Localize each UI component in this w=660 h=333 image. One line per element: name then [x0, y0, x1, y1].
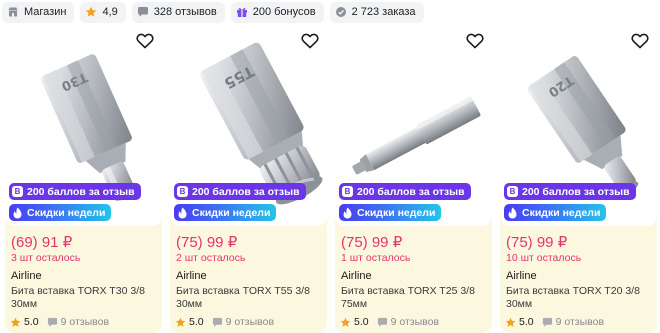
product-card[interactable]: T20 B 200 баллов за отзыв Скидки недели …	[500, 26, 657, 333]
stock-left: 1 шт осталось	[341, 252, 411, 264]
review-bonus-badge: B 200 баллов за отзыв	[174, 183, 306, 200]
shop-link[interactable]: Магазин	[2, 1, 75, 23]
product-price: (75) 99 ₽	[341, 234, 403, 251]
weekly-deals-label: Скидки недели	[192, 206, 271, 219]
chat-bubble-icon	[212, 317, 222, 327]
rating-value: 5.0	[189, 316, 204, 328]
weekly-deals-label: Скидки недели	[27, 206, 106, 219]
star-icon	[85, 6, 97, 18]
star-icon	[175, 317, 186, 327]
flame-icon	[13, 207, 22, 218]
product-rating[interactable]: 5.0 9 отзывов	[175, 316, 274, 328]
star-icon	[340, 317, 351, 327]
product-price: (75) 99 ₽	[176, 234, 238, 251]
favorite-button[interactable]	[134, 30, 156, 52]
store-info-bar: Магазин 4,9 328 отзывов 200 бонусов 2 72…	[0, 0, 424, 24]
bonus-coin-icon: B	[507, 186, 518, 197]
orders-icon	[335, 6, 347, 18]
favorite-button[interactable]	[629, 30, 651, 52]
shop-icon	[7, 6, 19, 18]
review-bonus-badge: B 200 баллов за отзыв	[504, 183, 636, 200]
product-rating[interactable]: 5.0 9 отзывов	[505, 316, 604, 328]
star-icon	[10, 317, 21, 327]
review-bonus-label: 200 баллов за отзыв	[192, 185, 300, 198]
shop-label: Магазин	[24, 6, 67, 18]
product-card[interactable]: T30 B 200 баллов за отзыв Скидки недели …	[5, 26, 162, 333]
heart-icon	[136, 33, 154, 49]
bonus-coin-icon: B	[342, 186, 353, 197]
rating-value: 5.0	[354, 316, 369, 328]
shop-rating-value: 4,9	[102, 6, 118, 18]
heart-icon	[466, 33, 484, 49]
product-card[interactable]: T55 B 200 баллов за отзыв Скидки недели …	[170, 26, 327, 333]
review-bonus-label: 200 баллов за отзыв	[27, 185, 135, 198]
review-bonus-label: 200 баллов за отзыв	[357, 185, 465, 198]
weekly-deals-badge: Скидки недели	[174, 204, 277, 221]
product-brand[interactable]: Airline	[11, 270, 42, 282]
reviews-count: 9 отзывов	[555, 316, 605, 328]
shop-orders-count: 2 723 заказа	[351, 6, 416, 18]
review-bonus-badge: B 200 баллов за отзыв	[339, 183, 471, 200]
product-price: (75) 99 ₽	[506, 234, 568, 251]
product-card[interactable]: B 200 баллов за отзыв Скидки недели (75)…	[335, 26, 492, 333]
reviews-count: 9 отзывов	[390, 316, 440, 328]
shop-rating[interactable]: 4,9	[80, 1, 126, 23]
star-icon	[505, 317, 516, 327]
product-rating[interactable]: 5.0 9 отзывов	[340, 316, 439, 328]
flame-icon	[178, 207, 187, 218]
bonus-coin-icon: B	[177, 186, 188, 197]
product-title[interactable]: Бита вставка TORX T25 3/8 75мм	[341, 285, 489, 311]
chat-bubble-icon	[377, 317, 387, 327]
reviews-count: 9 отзывов	[60, 316, 110, 328]
flame-icon	[343, 207, 352, 218]
weekly-deals-label: Скидки недели	[357, 206, 436, 219]
product-title[interactable]: Бита вставка TORX T30 3/8 30мм	[11, 285, 159, 311]
chat-bubble-icon	[137, 6, 149, 18]
heart-icon	[631, 33, 649, 49]
chat-bubble-icon	[542, 317, 552, 327]
review-bonus-label: 200 баллов за отзыв	[522, 185, 630, 198]
weekly-deals-badge: Скидки недели	[9, 204, 112, 221]
favorite-button[interactable]	[299, 30, 321, 52]
weekly-deals-badge: Скидки недели	[339, 204, 442, 221]
reviews-count: 9 отзывов	[225, 316, 275, 328]
product-rating[interactable]: 5.0 9 отзывов	[10, 316, 109, 328]
stock-left: 10 шт осталось	[506, 252, 582, 264]
review-bonus-badge: B 200 баллов за отзыв	[9, 183, 141, 200]
heart-icon	[301, 33, 319, 49]
product-grid: T30 B 200 баллов за отзыв Скидки недели …	[5, 26, 658, 333]
gift-icon	[236, 6, 248, 18]
shop-bonuses-label: 200 бонусов	[252, 6, 316, 18]
shop-reviews-count: 328 отзывов	[153, 6, 217, 18]
product-brand[interactable]: Airline	[176, 270, 207, 282]
flame-icon	[508, 207, 517, 218]
rating-value: 5.0	[519, 316, 534, 328]
bonus-coin-icon: B	[12, 186, 23, 197]
rating-value: 5.0	[24, 316, 39, 328]
chat-bubble-icon	[47, 317, 57, 327]
product-brand[interactable]: Airline	[341, 270, 372, 282]
product-title[interactable]: Бита вставка TORX T55 3/8 30мм	[176, 285, 324, 311]
weekly-deals-label: Скидки недели	[522, 206, 601, 219]
stock-left: 3 шт осталось	[11, 252, 81, 264]
weekly-deals-badge: Скидки недели	[504, 204, 607, 221]
stock-left: 2 шт осталось	[176, 252, 246, 264]
product-title[interactable]: Бита вставка TORX T20 3/8 30мм	[506, 285, 654, 311]
shop-bonuses[interactable]: 200 бонусов	[230, 1, 324, 23]
product-brand[interactable]: Airline	[506, 270, 537, 282]
favorite-button[interactable]	[464, 30, 486, 52]
shop-orders[interactable]: 2 723 заказа	[329, 1, 424, 23]
product-price: (69) 91 ₽	[11, 234, 73, 251]
shop-reviews[interactable]: 328 отзывов	[131, 1, 225, 23]
